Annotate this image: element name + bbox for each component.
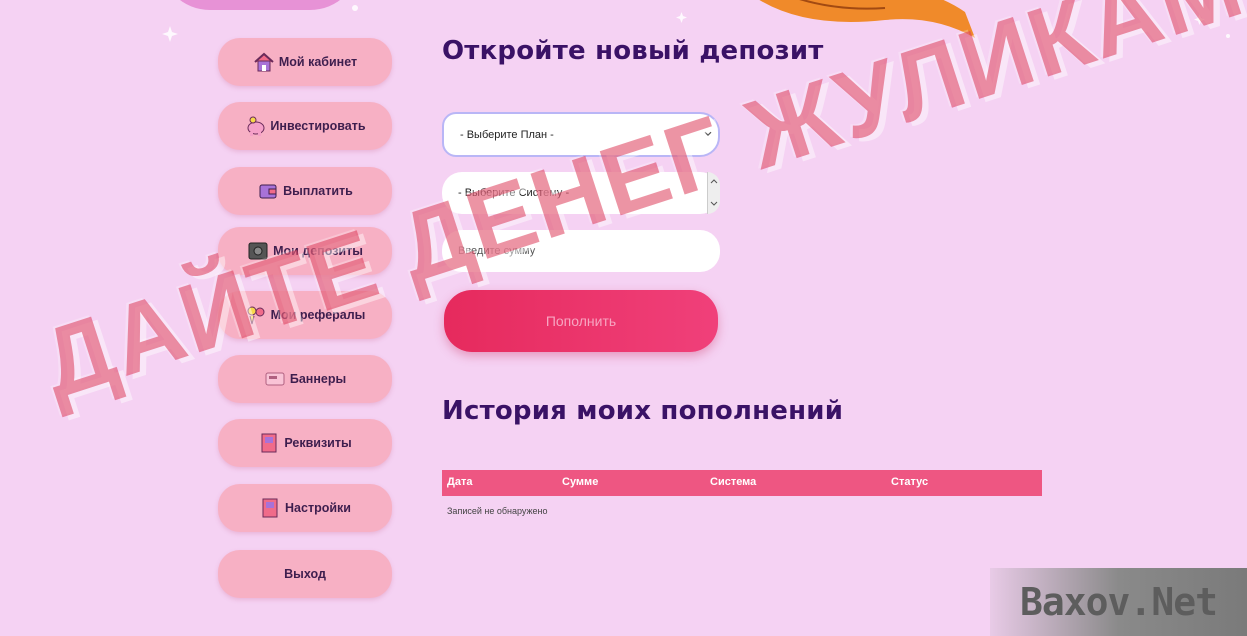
chevron-down-icon bbox=[704, 131, 712, 136]
top-decoration bbox=[160, 0, 360, 10]
house-icon bbox=[254, 52, 274, 72]
nav-my-referrals[interactable]: Мои рефералы bbox=[218, 291, 392, 339]
safe-icon bbox=[248, 242, 268, 260]
door-icon bbox=[261, 433, 277, 453]
nav-label: Мой кабинет bbox=[278, 55, 358, 69]
plan-select[interactable]: - Выберите План - bbox=[442, 112, 720, 157]
nav-label: Выход bbox=[284, 567, 326, 581]
chevron-down-icon bbox=[710, 201, 718, 206]
door-icon bbox=[262, 498, 278, 518]
nav-label: Реквизиты bbox=[284, 436, 352, 450]
wallet-icon bbox=[259, 184, 277, 199]
system-select-value: - Выберите Систему - bbox=[458, 187, 570, 199]
nav-label: Мои рефералы bbox=[270, 308, 366, 322]
amount-input[interactable]: Введите сумму bbox=[442, 230, 720, 272]
history-table-header: Дата Сумме Система Статус bbox=[442, 470, 1042, 496]
nav-label: Баннеры bbox=[289, 372, 347, 386]
nav-invest[interactable]: Инвестировать bbox=[218, 102, 392, 150]
nav-label: Настройки bbox=[285, 501, 351, 515]
system-select[interactable]: - Выберите Систему - bbox=[442, 172, 720, 214]
site-watermark: Baxov.Net bbox=[990, 568, 1247, 636]
nav-logout[interactable]: Выход bbox=[218, 550, 392, 598]
nav-label: Мои депозиты bbox=[273, 244, 363, 258]
history-empty-message: Записей не обнаружено bbox=[447, 506, 548, 516]
piggy-bank-icon bbox=[247, 116, 265, 136]
nav-label: Выплатить bbox=[283, 184, 353, 198]
nav-banners[interactable]: Баннеры bbox=[218, 355, 392, 403]
banner-icon bbox=[265, 372, 285, 386]
deposit-submit-button[interactable]: Пополнить bbox=[444, 290, 718, 352]
nav-settings[interactable]: Настройки bbox=[218, 484, 392, 532]
nav-withdraw[interactable]: Выплатить bbox=[218, 167, 392, 215]
chevron-up-icon bbox=[710, 179, 718, 184]
history-title: История моих пополнений bbox=[442, 396, 844, 426]
deposit-title: Откройте новый депозит bbox=[442, 36, 824, 66]
nav-my-deposits[interactable]: Мои депозиты bbox=[218, 227, 392, 275]
column-status: Статус bbox=[891, 476, 929, 488]
select-scrollbar[interactable] bbox=[707, 172, 720, 214]
nav-label: Инвестировать bbox=[270, 119, 366, 133]
nav-my-cabinet[interactable]: Мой кабинет bbox=[218, 38, 392, 86]
column-system: Система bbox=[710, 476, 757, 488]
column-date: Дата bbox=[447, 476, 473, 488]
amount-placeholder: Введите сумму bbox=[458, 245, 536, 257]
plan-select-value: - Выберите План - bbox=[460, 128, 554, 141]
nav-requisites[interactable]: Реквизиты bbox=[218, 419, 392, 467]
column-amount: Сумме bbox=[562, 476, 599, 488]
people-icon bbox=[247, 306, 265, 325]
